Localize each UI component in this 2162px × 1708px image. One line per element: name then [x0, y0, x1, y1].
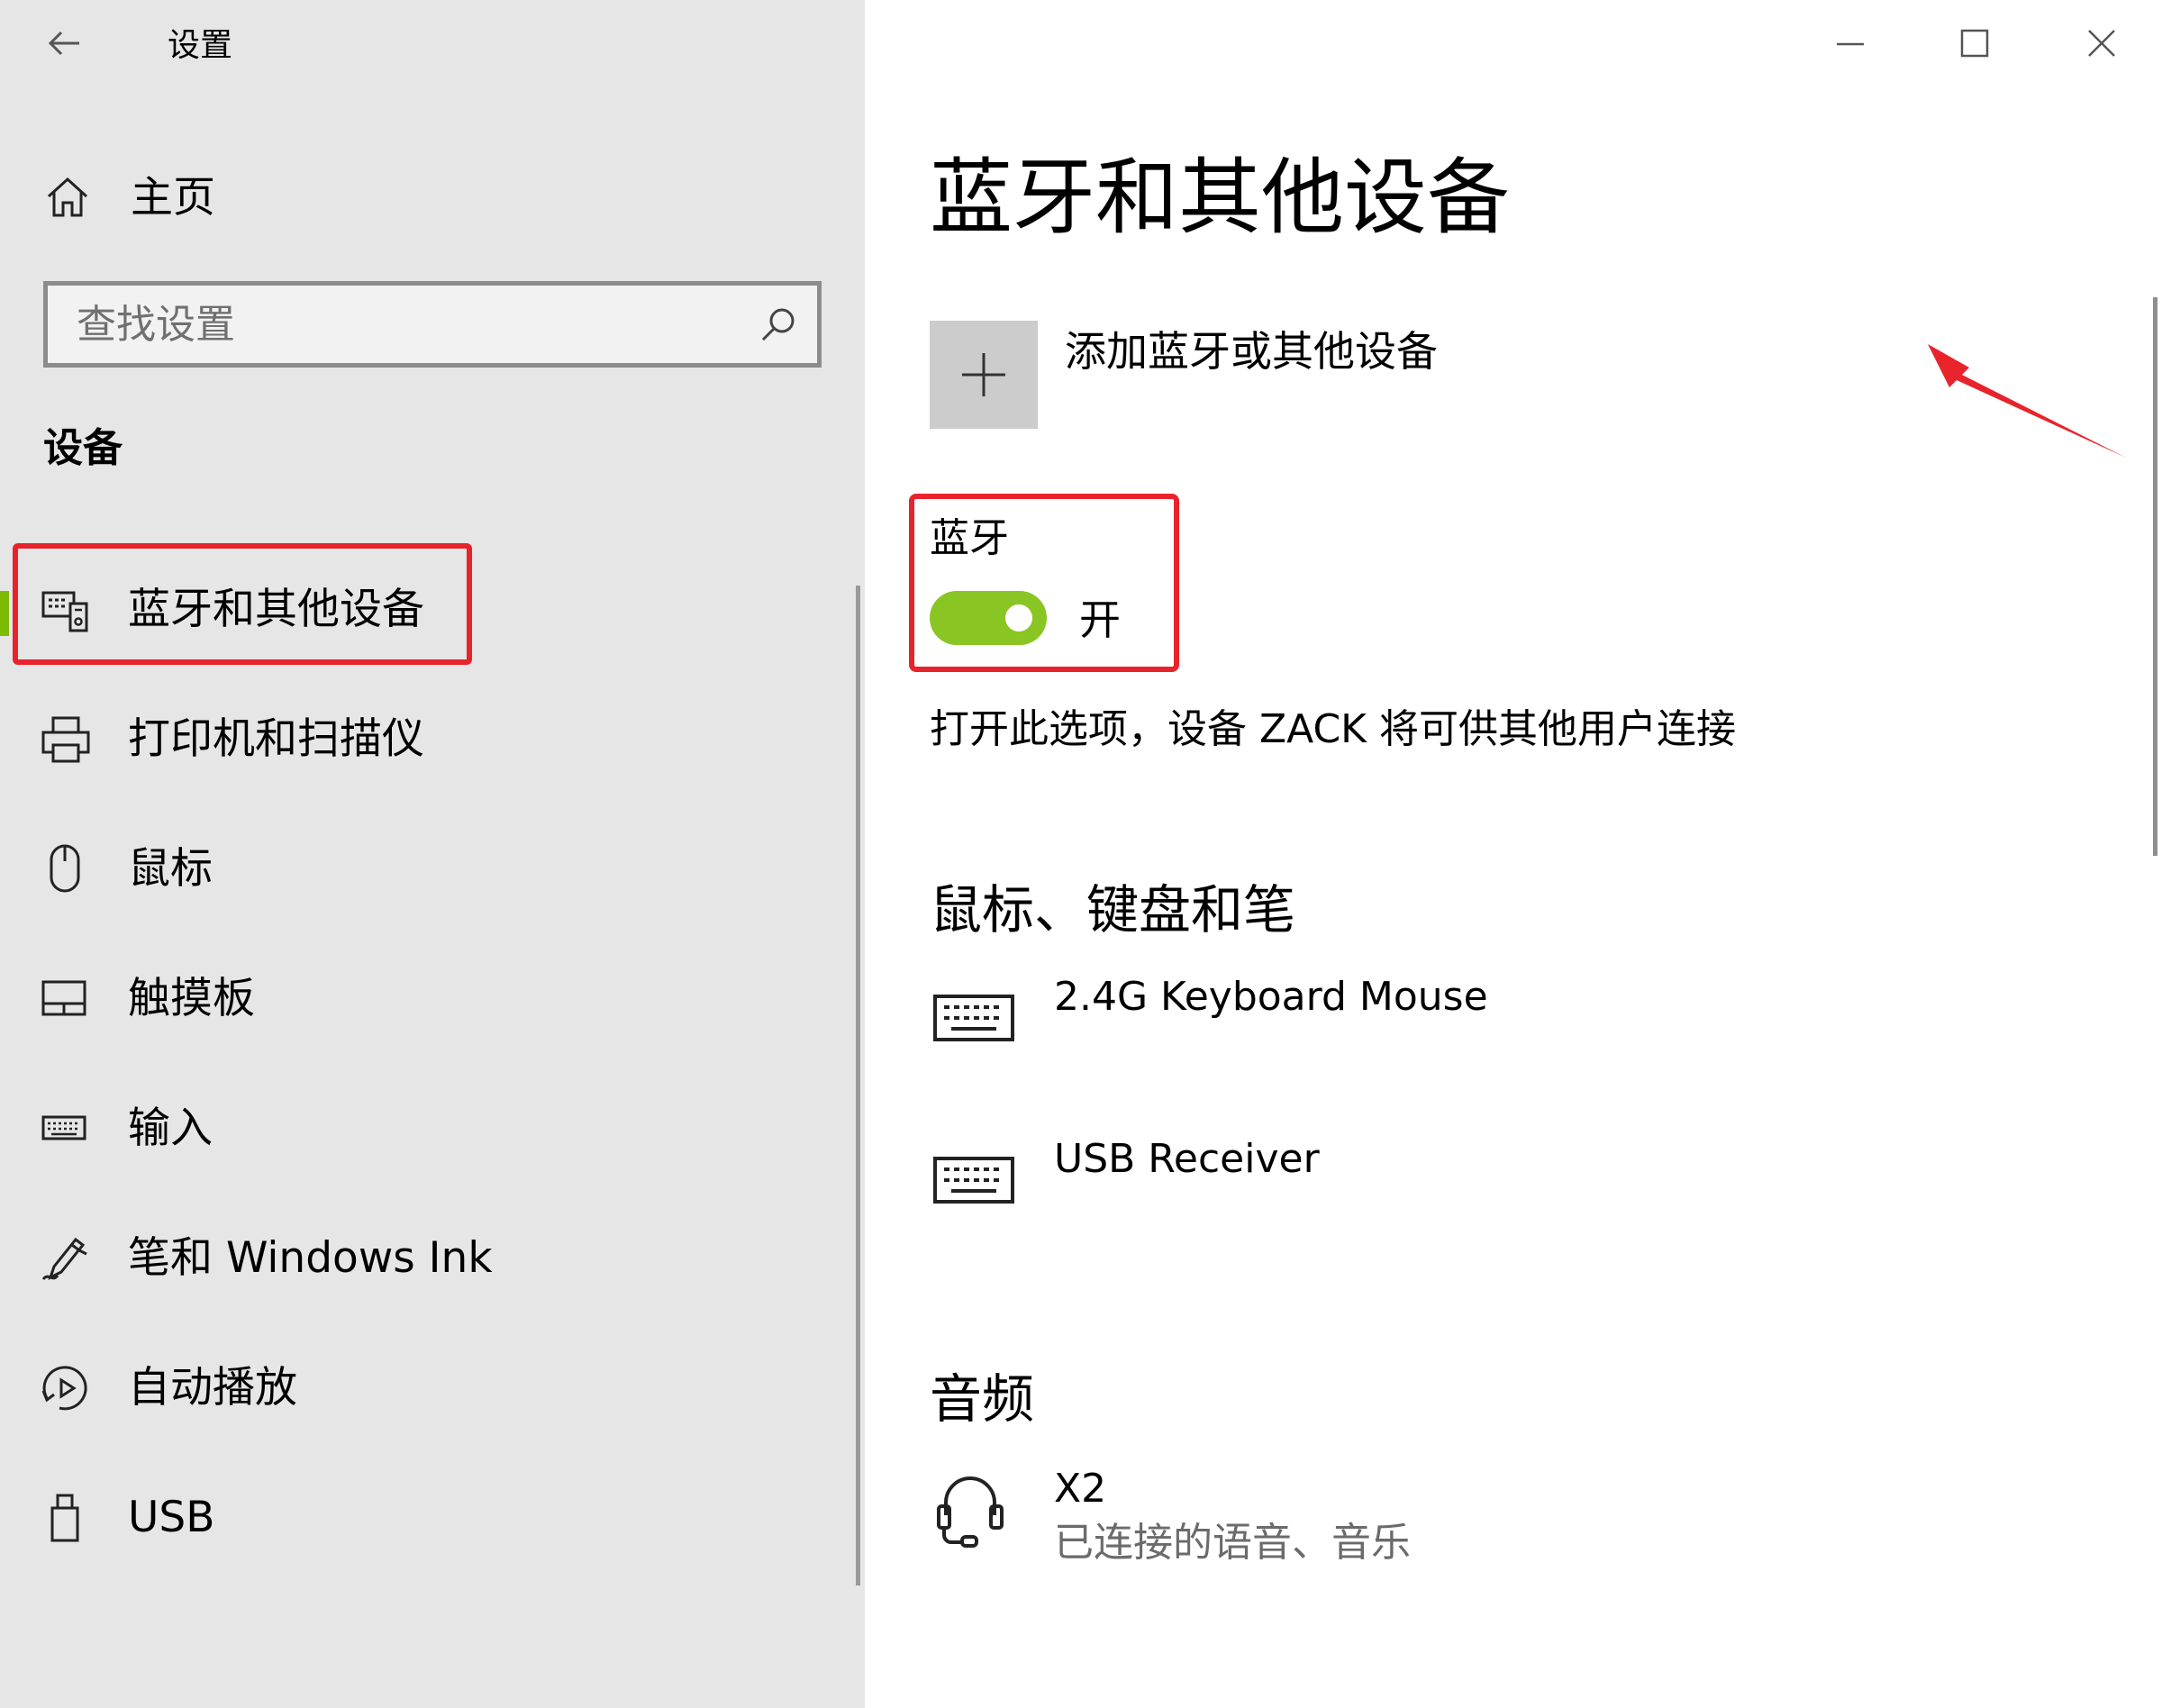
- headset-icon: [930, 1463, 1020, 1553]
- toggle-knob: [1005, 604, 1032, 631]
- sidebar-scrollbar[interactable]: [856, 586, 860, 1585]
- close-button[interactable]: [2052, 13, 2151, 76]
- device-name: 2.4G Keyboard Mouse: [1054, 974, 1488, 1020]
- maximize-icon: [1960, 29, 1989, 58]
- sidebar-item-touchpad[interactable]: 触摸板: [0, 944, 847, 1052]
- bluetooth-toggle[interactable]: [930, 591, 1047, 645]
- autoplay-icon: [40, 1362, 92, 1414]
- sidebar-item-label: 触摸板: [128, 974, 255, 1023]
- group-heading-input-devices: 鼠标、键盘和笔: [930, 879, 1296, 940]
- section-title: 设备: [43, 425, 123, 471]
- page-title: 蓝牙和其他设备: [930, 150, 1511, 246]
- sidebar-item-label: 输入: [128, 1104, 213, 1153]
- bluetooth-description: 打开此选项，设备 ZACK 将可供其他用户连接: [930, 706, 1737, 752]
- sidebar: 设置 主页 设备 蓝牙和其他: [0, 0, 865, 1708]
- sidebar-item-label: 自动播放: [128, 1363, 297, 1413]
- main-scrollbar[interactable]: [2153, 297, 2157, 856]
- keyboard-icon: [40, 1103, 92, 1155]
- search-icon[interactable]: [759, 305, 797, 343]
- touchpad-icon: [40, 973, 92, 1025]
- home-icon: [43, 173, 92, 222]
- sidebar-item-label: USB: [128, 1493, 215, 1542]
- sidebar-item-label: 笔和 Windows Ink: [128, 1233, 493, 1283]
- sidebar-item-pen[interactable]: 笔和 Windows Ink: [0, 1204, 847, 1312]
- sidebar-item-label: 主页: [131, 173, 215, 223]
- sidebar-item-mouse[interactable]: 鼠标: [0, 814, 847, 922]
- add-device-label[interactable]: 添加蓝牙或其他设备: [1065, 324, 1438, 378]
- active-indicator: [0, 591, 9, 636]
- sidebar-item-label: 打印机和扫描仪: [128, 714, 424, 764]
- sidebar-item-typing[interactable]: 输入: [0, 1074, 847, 1182]
- pen-icon: [40, 1232, 92, 1285]
- bluetooth-toggle-state: 开: [1079, 595, 1121, 644]
- annotation-arrow: [1928, 344, 2126, 458]
- app-title: 设置: [168, 27, 233, 64]
- device-item[interactable]: 2.4G Keyboard Mouse: [930, 971, 2011, 1097]
- printer-icon: [40, 713, 92, 766]
- back-button[interactable]: [43, 22, 86, 65]
- search-input[interactable]: [48, 286, 750, 363]
- group-heading-audio: 音频: [930, 1368, 1035, 1430]
- device-name: USB Receiver: [1054, 1136, 1320, 1182]
- plus-icon: [962, 353, 1005, 396]
- device-status: 已连接的语音、音乐: [1054, 1520, 1411, 1566]
- close-icon: [2088, 30, 2115, 57]
- sidebar-item-autoplay[interactable]: 自动播放: [0, 1333, 847, 1441]
- search-box[interactable]: [43, 281, 822, 368]
- device-item[interactable]: USB Receiver: [930, 1133, 2011, 1259]
- device-item[interactable]: X2 已连接的语音、音乐: [930, 1463, 2011, 1589]
- maximize-button[interactable]: [1926, 13, 2025, 76]
- bluetooth-label: 蓝牙: [930, 515, 1009, 561]
- add-device-button[interactable]: [930, 321, 1038, 429]
- back-arrow-icon: [48, 31, 79, 56]
- main-content: 蓝牙和其他设备 添加蓝牙或其他设备 蓝牙 开 打开此选项，设备 ZACK 将可供…: [865, 0, 2162, 1708]
- annotation-highlight-box: [13, 543, 472, 665]
- sidebar-item-usb[interactable]: USB: [0, 1463, 847, 1571]
- sidebar-item-home[interactable]: 主页: [0, 153, 811, 243]
- minimize-icon: [1837, 42, 1864, 46]
- usb-icon: [40, 1492, 92, 1544]
- mouse-icon: [40, 843, 92, 895]
- minimize-button[interactable]: [1801, 13, 1900, 76]
- sidebar-item-printers[interactable]: 打印机和扫描仪: [0, 685, 847, 793]
- device-name: X2: [1054, 1466, 1107, 1512]
- keyboard-icon: [930, 1133, 1020, 1223]
- keyboard-icon: [930, 971, 1020, 1061]
- sidebar-item-label: 鼠标: [128, 844, 213, 894]
